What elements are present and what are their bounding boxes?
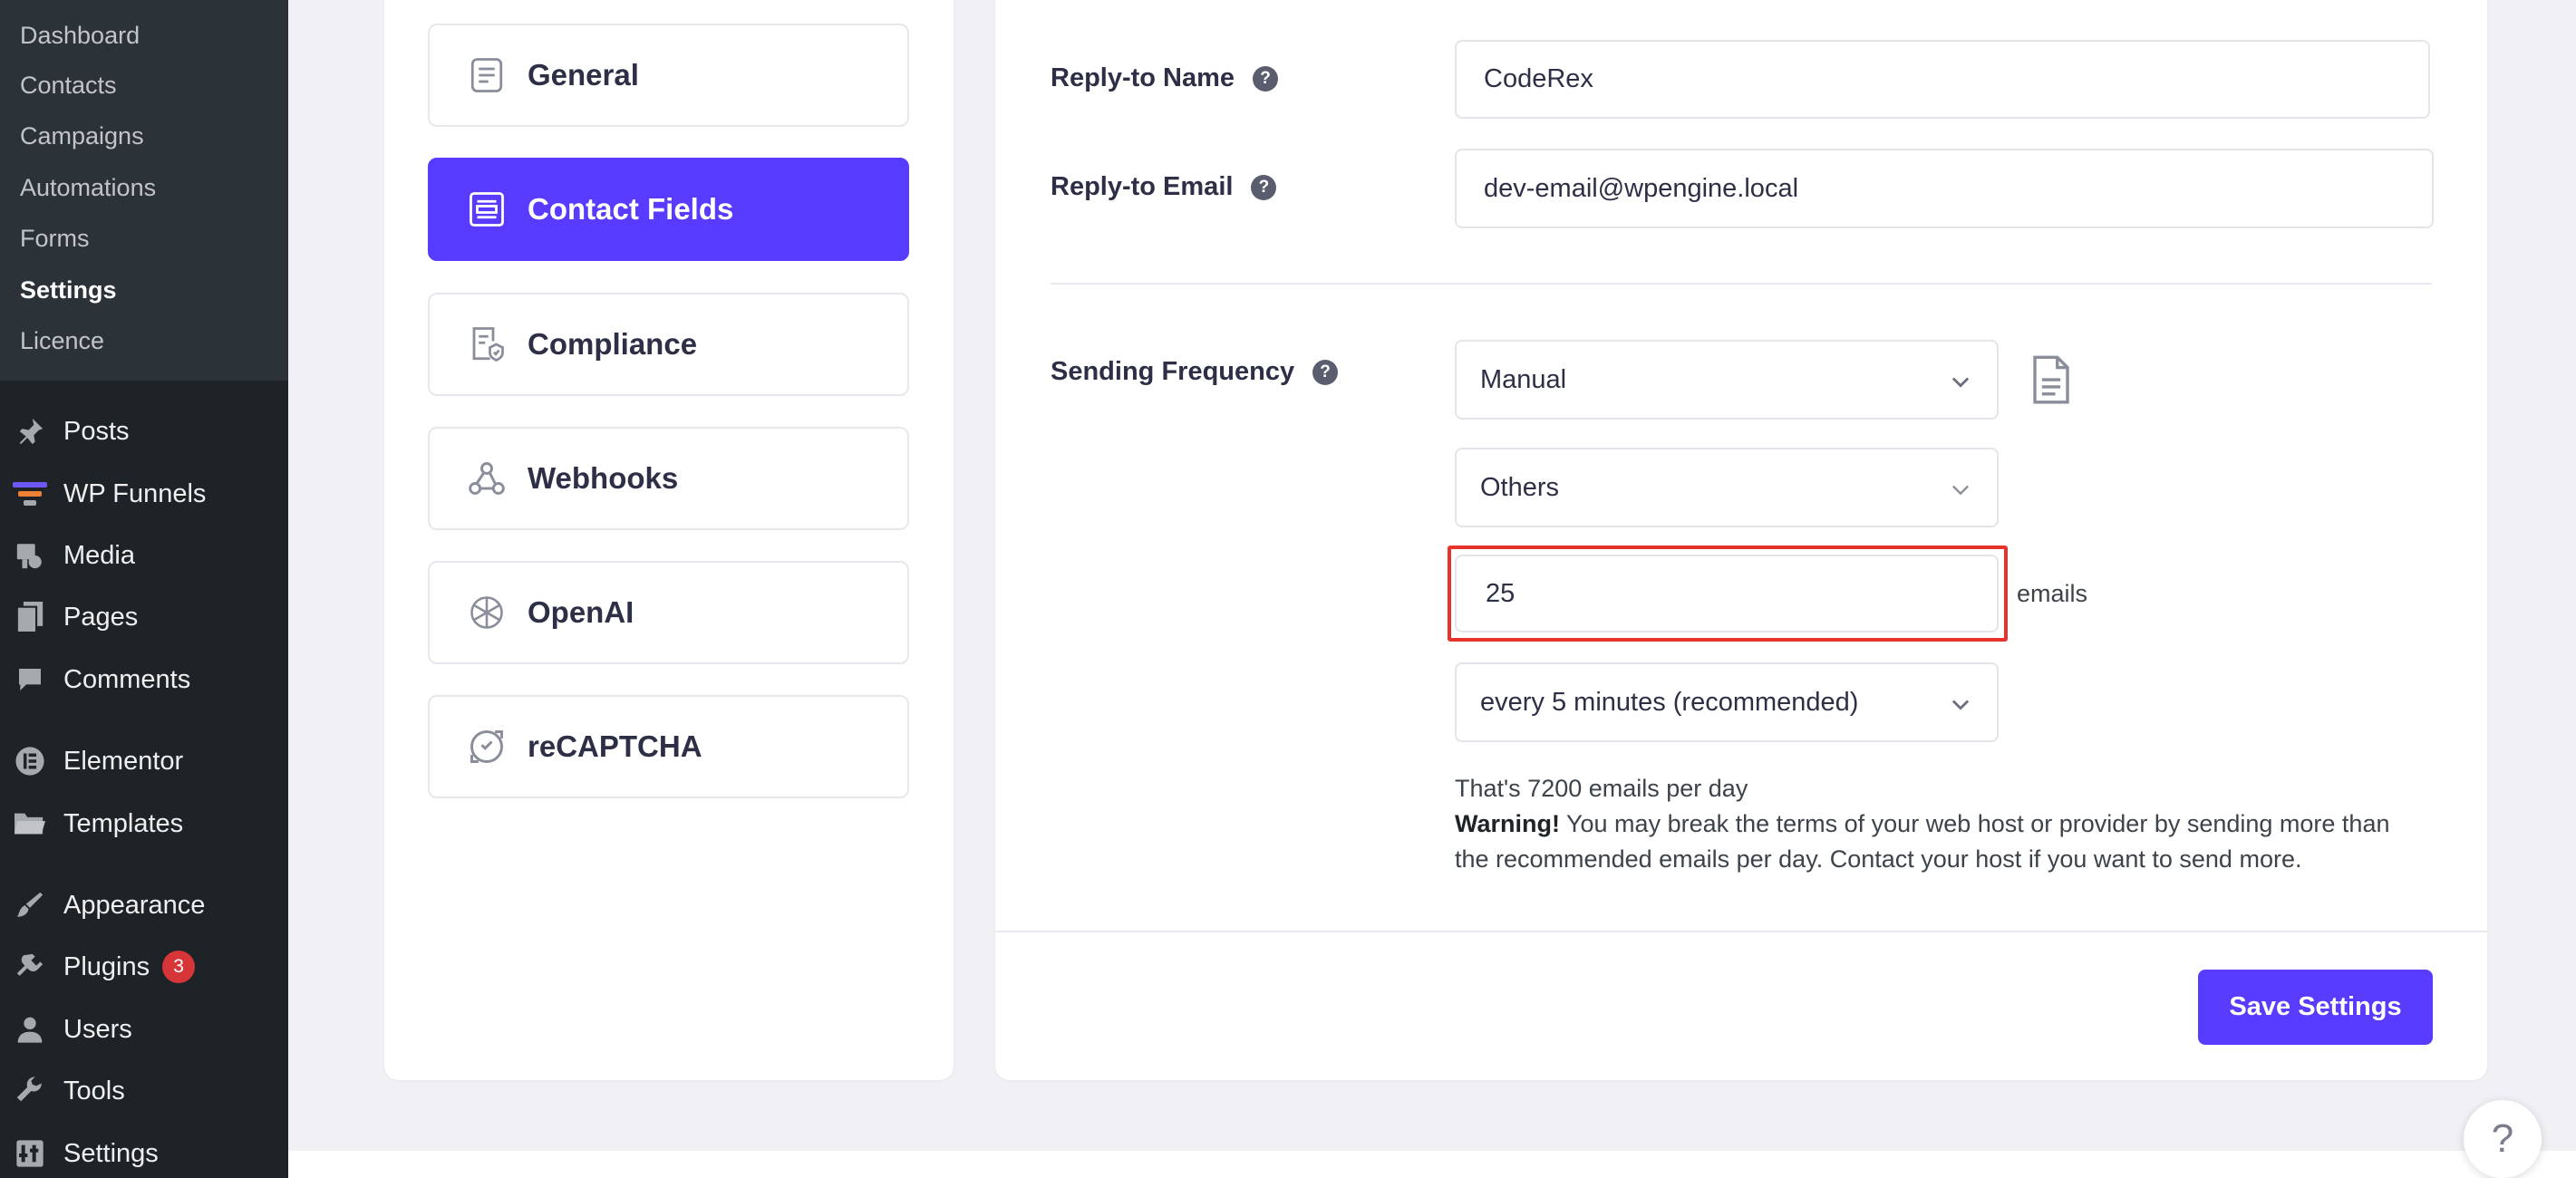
provider-select[interactable]: Others [1455, 448, 1999, 527]
chevron-down-icon [1951, 377, 1970, 388]
menu-item-appearance[interactable]: Appearance [13, 884, 205, 926]
submenu-contacts[interactable]: Contacts [20, 70, 117, 101]
submenu-forms[interactable]: Forms [20, 223, 90, 254]
reply-to-email-label: Reply-to Email ? [1051, 172, 1277, 202]
provider-value: Others [1480, 472, 1560, 502]
submenu-settings[interactable]: Settings [20, 275, 117, 305]
menu-label: Posts [63, 416, 130, 446]
menu-label: WP Funnels [63, 478, 207, 508]
user-icon [13, 1012, 47, 1047]
wp-admin-sidebar: Dashboard Contacts Campaigns Automations… [0, 0, 288, 1178]
tab-openai[interactable]: OpenAI [428, 561, 909, 664]
emails-per-day-info: That's 7200 emails per day [1455, 775, 1748, 802]
plug-icon [13, 950, 47, 984]
section-divider [1051, 283, 2432, 285]
emails-suffix: emails [2017, 580, 2088, 607]
general-icon [466, 54, 508, 96]
help-icon[interactable]: ? [1312, 359, 1339, 385]
help-button[interactable]: ? [2464, 1100, 2542, 1178]
warning-strong: Warning! [1455, 810, 1560, 837]
funnel-icon [13, 477, 47, 511]
tab-label: General [528, 58, 639, 92]
tab-label: OpenAI [528, 595, 634, 629]
sending-mode-select[interactable]: Manual [1455, 340, 1999, 420]
wp-submenu: Dashboard Contacts Campaigns Automations… [0, 0, 288, 381]
sending-frequency-label-text: Sending Frequency [1051, 357, 1295, 386]
reply-to-email-label-text: Reply-to Email [1051, 172, 1234, 201]
menu-label: Appearance [63, 890, 206, 920]
menu-item-posts[interactable]: Posts [13, 410, 130, 452]
menu-label: Media [63, 540, 135, 570]
menu-item-wp-funnels[interactable]: WP Funnels [13, 473, 206, 515]
documentation-icon[interactable] [2030, 355, 2072, 404]
chevron-down-icon [1951, 700, 1970, 710]
submenu-automations[interactable]: Automations [20, 172, 156, 203]
menu-item-elementor[interactable]: Elementor [13, 740, 183, 782]
menu-item-pages[interactable]: Pages [13, 596, 138, 638]
menu-item-plugins[interactable]: Plugins 3 [13, 946, 196, 988]
openai-icon [466, 592, 508, 633]
menu-label: Templates [63, 808, 184, 838]
menu-label: Settings [63, 1138, 159, 1168]
submenu-licence[interactable]: Licence [20, 325, 104, 356]
submenu-campaigns[interactable]: Campaigns [20, 121, 144, 151]
contact-fields-icon [466, 188, 508, 230]
menu-label: Plugins [63, 951, 150, 981]
chevron-down-icon [1952, 485, 1969, 496]
menu-item-users[interactable]: Users [13, 1009, 132, 1050]
webhooks-icon [466, 458, 508, 499]
tab-label: Contact Fields [528, 192, 734, 226]
help-fab-icon: ? [2491, 1116, 2514, 1161]
folder-icon [13, 806, 47, 841]
wrench-icon [13, 1074, 47, 1108]
warning-line-1: Warning! You may break the terms of your… [1455, 806, 2389, 842]
pin-icon [13, 414, 47, 449]
menu-item-templates[interactable]: Templates [13, 803, 183, 845]
tab-label: Webhooks [528, 461, 679, 495]
plugins-update-badge: 3 [162, 951, 196, 983]
tab-contact-fields[interactable]: Contact Fields [428, 158, 909, 261]
brush-icon [13, 888, 47, 922]
tab-general[interactable]: General [428, 24, 909, 127]
tab-label: Compliance [528, 327, 698, 361]
reply-to-name-input[interactable]: CodeRex [1455, 40, 2430, 119]
menu-item-settings[interactable]: Settings [13, 1133, 159, 1174]
save-settings-button[interactable]: Save Settings [2198, 970, 2433, 1045]
reply-to-name-label-text: Reply-to Name [1051, 63, 1235, 92]
interval-value: every 5 minutes (recommended) [1480, 687, 1859, 717]
menu-label: Comments [63, 664, 191, 694]
recaptcha-icon [466, 726, 508, 768]
comment-icon [13, 662, 47, 697]
submenu-dashboard[interactable]: Dashboard [20, 20, 140, 51]
menu-label: Tools [63, 1076, 125, 1106]
settings-icon [13, 1136, 47, 1171]
menu-item-tools[interactable]: Tools [13, 1070, 125, 1112]
reply-to-name-label: Reply-to Name ? [1051, 63, 1279, 93]
tab-webhooks[interactable]: Webhooks [428, 427, 909, 530]
menu-item-comments[interactable]: Comments [13, 659, 190, 700]
reply-to-email-input[interactable]: dev-email@wpengine.local [1455, 149, 2434, 228]
help-icon[interactable]: ? [1251, 174, 1277, 200]
pages-icon [13, 600, 47, 634]
page-bottom-strip [288, 1151, 2576, 1178]
menu-label: Elementor [63, 746, 184, 776]
footer-divider [995, 931, 2487, 932]
sending-mode-value: Manual [1480, 364, 1567, 394]
interval-select[interactable]: every 5 minutes (recommended) [1455, 662, 1999, 742]
menu-label: Users [63, 1014, 132, 1044]
tab-recaptcha[interactable]: reCAPTCHA [428, 695, 909, 798]
tab-compliance[interactable]: Compliance [428, 293, 909, 396]
tab-label: reCAPTCHA [528, 729, 702, 763]
warning-line-2: the recommended emails per day. Contact … [1455, 845, 2302, 873]
emails-count-input[interactable]: 25 [1455, 555, 1999, 632]
compliance-icon [466, 323, 508, 365]
warning-text: You may break the terms of your web host… [1559, 810, 2390, 837]
media-icon [13, 538, 47, 573]
menu-label: Pages [63, 602, 139, 632]
sending-frequency-label: Sending Frequency ? [1051, 357, 1339, 387]
elementor-icon [13, 744, 47, 778]
menu-item-media[interactable]: Media [13, 535, 135, 576]
help-icon[interactable]: ? [1253, 65, 1279, 92]
